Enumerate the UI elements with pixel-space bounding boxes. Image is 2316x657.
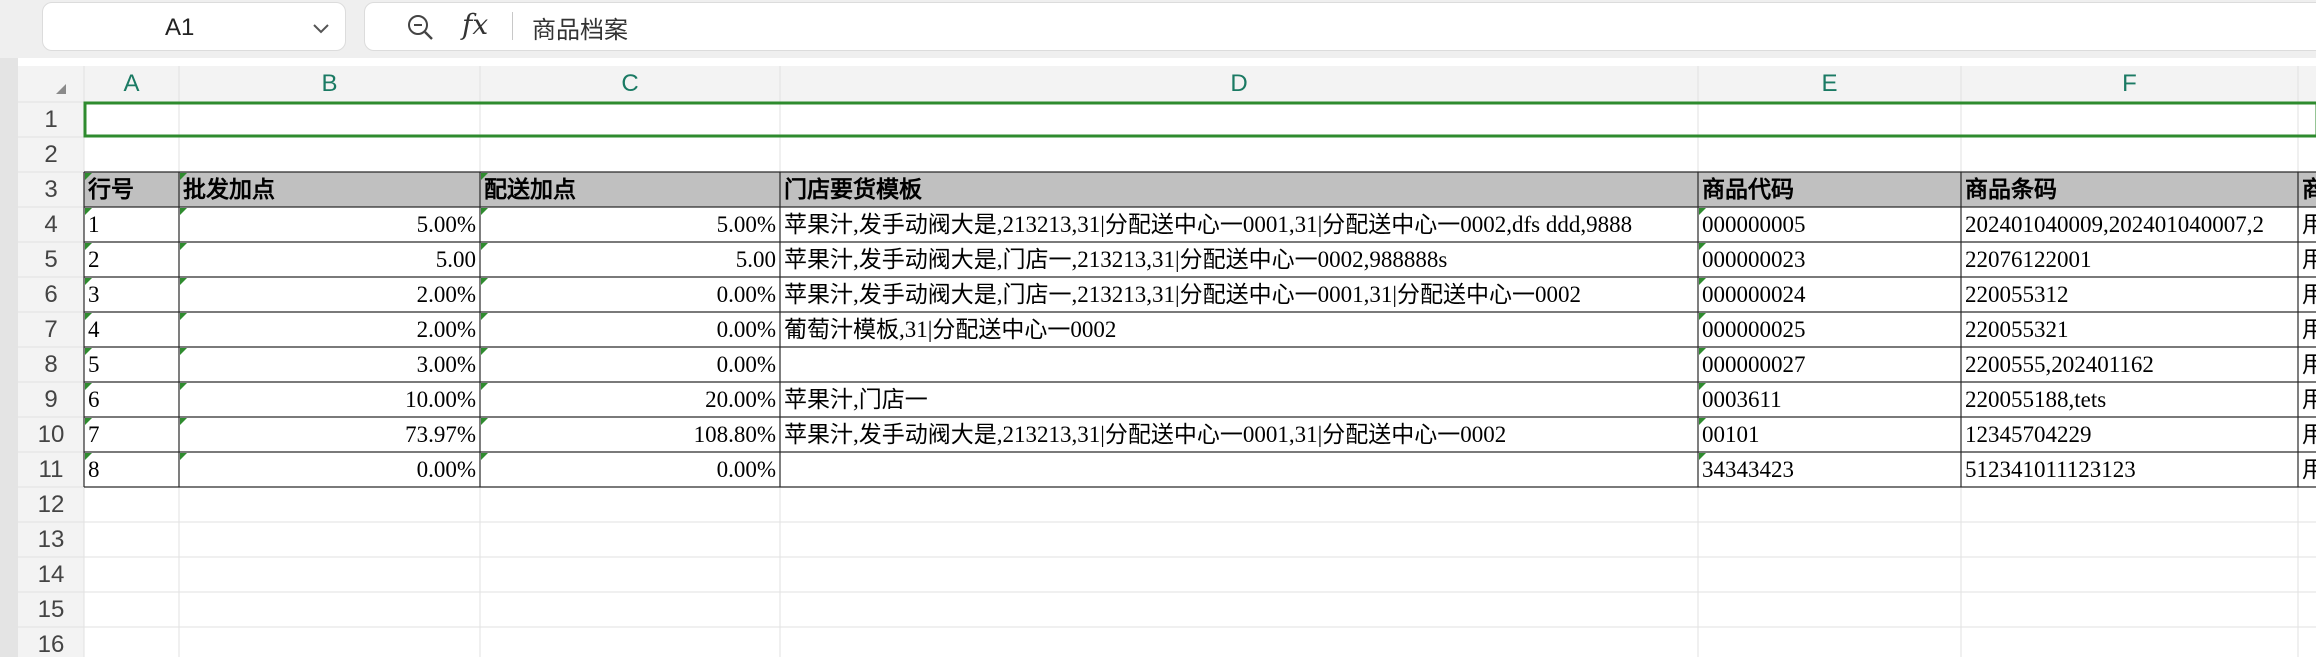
fx-icon[interactable]: fx [462, 8, 488, 41]
table-cell[interactable]: 用 [2298, 347, 2316, 382]
zoom-out-icon[interactable] [405, 12, 435, 42]
column-header-c[interactable]: C [480, 66, 780, 102]
table-cell[interactable]: 000000005 [1698, 207, 1961, 242]
formula-input[interactable] [364, 2, 2316, 51]
table-cell[interactable]: 3 [84, 277, 179, 312]
table-cell[interactable]: 12345704229 [1961, 417, 2298, 452]
row-header-10[interactable]: 10 [18, 417, 84, 452]
table-cell[interactable]: 202401040009,202401040007,2 [1961, 207, 2298, 242]
table-cell[interactable]: 苹果汁,发手动阀大是,213213,31|分配送中心一0001,31|分配送中心… [780, 207, 1698, 242]
name-box[interactable]: A1 [42, 2, 346, 51]
column-header-b[interactable]: B [179, 66, 480, 102]
table-header-cell[interactable]: 门店要货模板 [780, 172, 1698, 207]
formula-bar: A1 fx 商品档案 [0, 0, 2316, 58]
table-cell[interactable]: 用 [2298, 312, 2316, 347]
table-header-cell[interactable]: 商品条码 [1961, 172, 2298, 207]
table-cell[interactable]: 000000024 [1698, 277, 1961, 312]
row-header-1[interactable]: 1 [18, 102, 84, 137]
table-cell[interactable]: 4 [84, 312, 179, 347]
left-window-edge [0, 0, 18, 657]
row-header-5[interactable]: 5 [18, 242, 84, 277]
table-cell[interactable]: 苹果汁,发手动阀大是,门店一,213213,31|分配送中心一0001,31|分… [780, 277, 1698, 312]
table-cell[interactable]: 73.97% [179, 417, 480, 452]
table-cell[interactable]: 用 [2298, 417, 2316, 452]
table-cell[interactable]: 葡萄汁模板,31|分配送中心一0002 [780, 312, 1698, 347]
formula-content[interactable]: 商品档案 [532, 10, 628, 45]
table-cell[interactable]: 用 [2298, 207, 2316, 242]
table-cell[interactable]: 8 [84, 452, 179, 487]
table-cell[interactable]: 2 [84, 242, 179, 277]
table-cell[interactable]: 0.00% [480, 277, 780, 312]
table-header-cell[interactable]: 商品代码 [1698, 172, 1961, 207]
table-cell[interactable]: 用 [2298, 277, 2316, 312]
row-header-13[interactable]: 13 [18, 522, 84, 557]
row-header-3[interactable]: 3 [18, 172, 84, 207]
table-cell[interactable]: 108.80% [480, 417, 780, 452]
table-cell[interactable]: 5.00 [480, 242, 780, 277]
column-header-e[interactable]: E [1698, 66, 1961, 102]
table-cell[interactable]: 220055188,tets [1961, 382, 2298, 417]
row-header-2[interactable]: 2 [18, 137, 84, 172]
row-header-14[interactable]: 14 [18, 557, 84, 592]
row-header-15[interactable]: 15 [18, 592, 84, 627]
table-cell[interactable]: 220055321 [1961, 312, 2298, 347]
table-cell[interactable]: 苹果汁,门店一 [780, 382, 1698, 417]
table-cell[interactable]: 0.00% [179, 452, 480, 487]
table-cell[interactable]: 用 [2298, 452, 2316, 487]
table-cell[interactable]: 6 [84, 382, 179, 417]
table-cell[interactable]: 000000027 [1698, 347, 1961, 382]
row-header-4[interactable]: 4 [18, 207, 84, 242]
table-cell[interactable]: 5 [84, 347, 179, 382]
table-cell[interactable]: 7 [84, 417, 179, 452]
spreadsheet-grid[interactable]: ABCDEF 1 2 3 4 5 6 7 8 9 10 11 12 13 14 15 16 行号 批发加点 配送加… [18, 66, 2316, 657]
formula-divider [512, 12, 513, 40]
table-cell[interactable]: 2200555,202401162 [1961, 347, 2298, 382]
table-cell[interactable]: 0003611 [1698, 382, 1961, 417]
table-cell[interactable]: 000000025 [1698, 312, 1961, 347]
row-header-16[interactable]: 16 [18, 627, 84, 657]
table-cell[interactable]: 2.00% [179, 277, 480, 312]
row-header-9[interactable]: 9 [18, 382, 84, 417]
table-cell[interactable] [780, 452, 1698, 487]
column-header-d[interactable]: D [780, 66, 1698, 102]
table-cell[interactable]: 0.00% [480, 452, 780, 487]
table-cell[interactable]: 0.00% [480, 312, 780, 347]
table-cell[interactable]: 苹果汁,发手动阀大是,213213,31|分配送中心一0001,31|分配送中心… [780, 417, 1698, 452]
table-cell[interactable]: 512341011123123 [1961, 452, 2298, 487]
table-cell[interactable]: 34343423 [1698, 452, 1961, 487]
table-cell[interactable]: 0.00% [480, 347, 780, 382]
column-header-a[interactable]: A [84, 66, 179, 102]
table-cell[interactable]: 1 [84, 207, 179, 242]
table-cell[interactable]: 5.00 [179, 242, 480, 277]
table-cell[interactable]: 20.00% [480, 382, 780, 417]
row-header-7[interactable]: 7 [18, 312, 84, 347]
table-header-cell[interactable]: 商 [2298, 172, 2316, 207]
table-cell[interactable]: 5.00% [480, 207, 780, 242]
table-cell[interactable]: 2.00% [179, 312, 480, 347]
row-header-11[interactable]: 11 [18, 452, 84, 487]
table-cell[interactable]: 22076122001 [1961, 242, 2298, 277]
chevron-down-icon[interactable] [309, 16, 333, 40]
table-cell[interactable]: 苹果汁,发手动阀大是,门店一,213213,31|分配送中心一0002,9888… [780, 242, 1698, 277]
table-cell[interactable] [780, 347, 1698, 382]
row-header-12[interactable]: 12 [18, 487, 84, 522]
table-cell[interactable]: 000000023 [1698, 242, 1961, 277]
table-cell[interactable]: 220055312 [1961, 277, 2298, 312]
table-cell[interactable]: 10.00% [179, 382, 480, 417]
name-box-value[interactable]: A1 [165, 14, 194, 42]
table-cell[interactable]: 3.00% [179, 347, 480, 382]
selected-cell-a1 [83, 101, 2316, 138]
table-header-cell[interactable]: 行号 [84, 172, 179, 207]
table-cell[interactable]: 5.00% [179, 207, 480, 242]
table-header-cell[interactable]: 配送加点 [480, 172, 780, 207]
row-header-6[interactable]: 6 [18, 277, 84, 312]
table-cell[interactable]: 用 [2298, 382, 2316, 417]
table-header-cell[interactable]: 批发加点 [179, 172, 480, 207]
row-header-8[interactable]: 8 [18, 347, 84, 382]
column-header-f[interactable]: F [1961, 66, 2298, 102]
table-cell[interactable]: 用 [2298, 242, 2316, 277]
table-cell[interactable]: 00101 [1698, 417, 1961, 452]
